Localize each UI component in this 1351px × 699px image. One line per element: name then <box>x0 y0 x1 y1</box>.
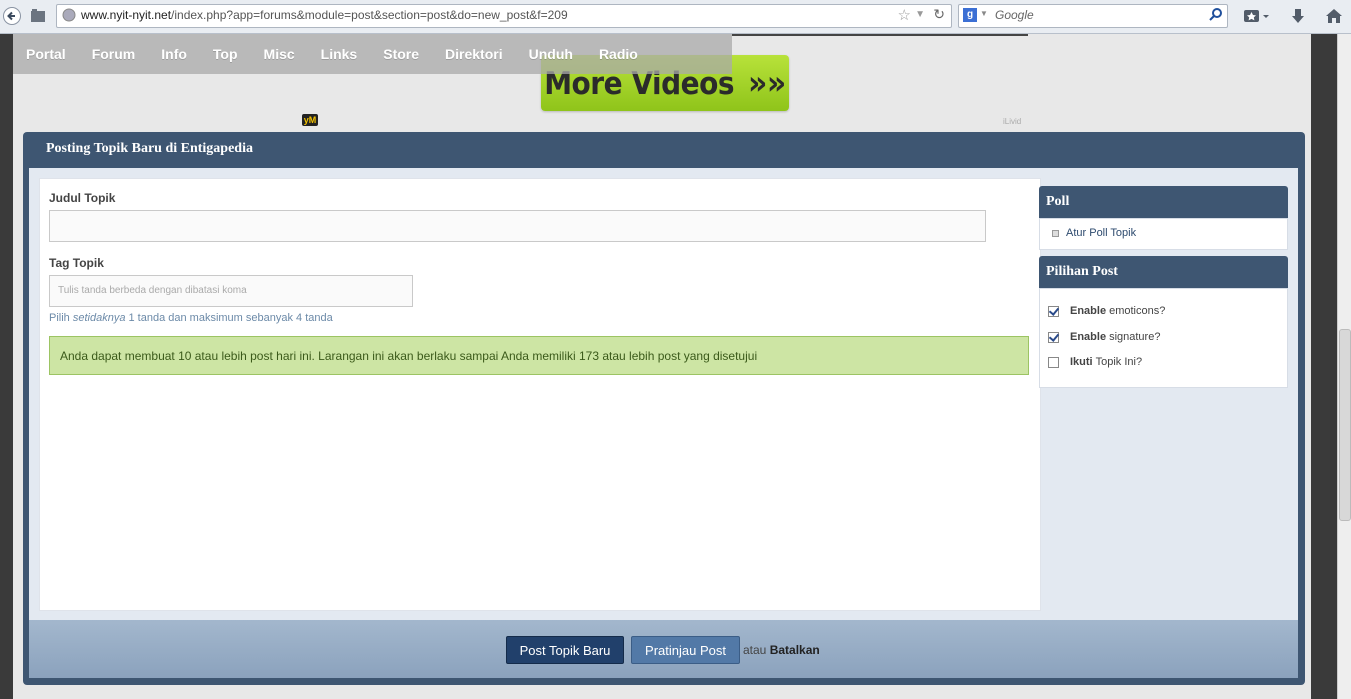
panel-title: Posting Topik Baru di Entigapedia <box>46 141 253 156</box>
nav-portal[interactable]: Portal <box>13 46 79 62</box>
reload-icon[interactable]: ↻ <box>933 6 945 23</box>
new-topic-panel: Posting Topik Baru di Entigapedia Judul … <box>23 132 1305 685</box>
topic-title-input[interactable] <box>49 210 986 242</box>
option-follow-topic[interactable]: Ikuti Topik Ini? <box>1048 356 1142 368</box>
manage-poll-link[interactable]: Atur Poll Topik <box>1066 227 1136 239</box>
ad-arrows: »» <box>748 63 786 103</box>
emoticons-checkbox[interactable] <box>1048 305 1059 317</box>
url-text: www.nyit-nyit.net/index.php?app=forums&m… <box>81 8 568 22</box>
nav-store[interactable]: Store <box>370 46 432 62</box>
post-options-heading: Pilihan Post <box>1039 256 1288 288</box>
globe-icon <box>62 8 76 25</box>
address-bar[interactable]: www.nyit-nyit.net/index.php?app=forums&m… <box>56 4 952 28</box>
nav-forum[interactable]: Forum <box>79 46 149 62</box>
back-icon[interactable] <box>2 4 22 28</box>
tag-placeholder: Tulis tanda berbeda dengan dibatasi koma <box>58 285 247 296</box>
or-separator: atau Batalkan <box>743 643 820 657</box>
poll-heading: Poll <box>1039 186 1288 218</box>
search-bar[interactable]: g ▼ Google <box>958 4 1228 28</box>
bookmarks-icon[interactable] <box>1240 4 1274 28</box>
bookmark-star-icon[interactable]: ☆ <box>898 6 911 24</box>
nav-misc[interactable]: Misc <box>251 46 308 62</box>
page-icon[interactable] <box>28 4 48 28</box>
signature-checkbox[interactable] <box>1048 331 1059 343</box>
nav-unduh[interactable]: Unduh <box>516 46 586 62</box>
nav-info[interactable]: Info <box>148 46 200 62</box>
download-icon[interactable] <box>1287 4 1309 28</box>
dropdown-icon[interactable]: ▼ <box>915 9 925 20</box>
scrollbar-thumb[interactable] <box>1339 329 1351 521</box>
browser-toolbar: www.nyit-nyit.net/index.php?app=forums&m… <box>0 0 1351 34</box>
follow-topic-checkbox[interactable] <box>1048 356 1059 368</box>
ilivid-label[interactable]: iLivid <box>1003 117 1021 126</box>
search-icon[interactable] <box>1209 7 1223 24</box>
form-actions: Post Topik Baru Pratinjau Post atau Bata… <box>29 620 1298 678</box>
preview-post-button[interactable]: Pratinjau Post <box>631 636 740 664</box>
search-placeholder: Google <box>995 8 1034 22</box>
post-limit-message: Anda dapat membuat 10 atau lebih post ha… <box>49 336 1029 375</box>
panel-body: Judul Topik Tag Topik Tulis tanda berbed… <box>29 168 1298 620</box>
ym-badge[interactable]: yM <box>302 114 318 126</box>
main-nav: Portal Forum Info Top Misc Links Store D… <box>13 34 732 74</box>
poll-box: Atur Poll Topik <box>1039 218 1288 250</box>
option-emoticons[interactable]: Enable emoticons? <box>1048 305 1165 317</box>
post-topic-button[interactable]: Post Topik Baru <box>506 636 624 664</box>
topic-title-label: Judul Topik <box>49 191 116 205</box>
tag-label: Tag Topik <box>49 256 104 270</box>
google-icon: g <box>963 8 977 22</box>
topic-form: Judul Topik Tag Topik Tulis tanda berbed… <box>39 178 1041 611</box>
post-options-box: Enable emoticons? Enable signature? Ikuti T… <box>1039 288 1288 388</box>
bullet-icon <box>1052 230 1059 237</box>
nav-radio[interactable]: Radio <box>586 46 651 62</box>
search-engine-dropdown-icon[interactable]: ▼ <box>980 9 988 18</box>
nav-top[interactable]: Top <box>200 46 251 62</box>
nav-direktori[interactable]: Direktori <box>432 46 516 62</box>
tag-input[interactable]: Tulis tanda berbeda dengan dibatasi koma <box>49 275 413 307</box>
cancel-link[interactable]: Batalkan <box>770 643 820 657</box>
tag-hint: Pilih setidaknya 1 tanda dan maksimum se… <box>49 312 333 324</box>
home-icon[interactable] <box>1322 4 1346 28</box>
vertical-scrollbar[interactable] <box>1337 34 1351 699</box>
nav-links[interactable]: Links <box>308 46 371 62</box>
option-signature[interactable]: Enable signature? <box>1048 331 1160 343</box>
ad-divider <box>732 34 1028 36</box>
